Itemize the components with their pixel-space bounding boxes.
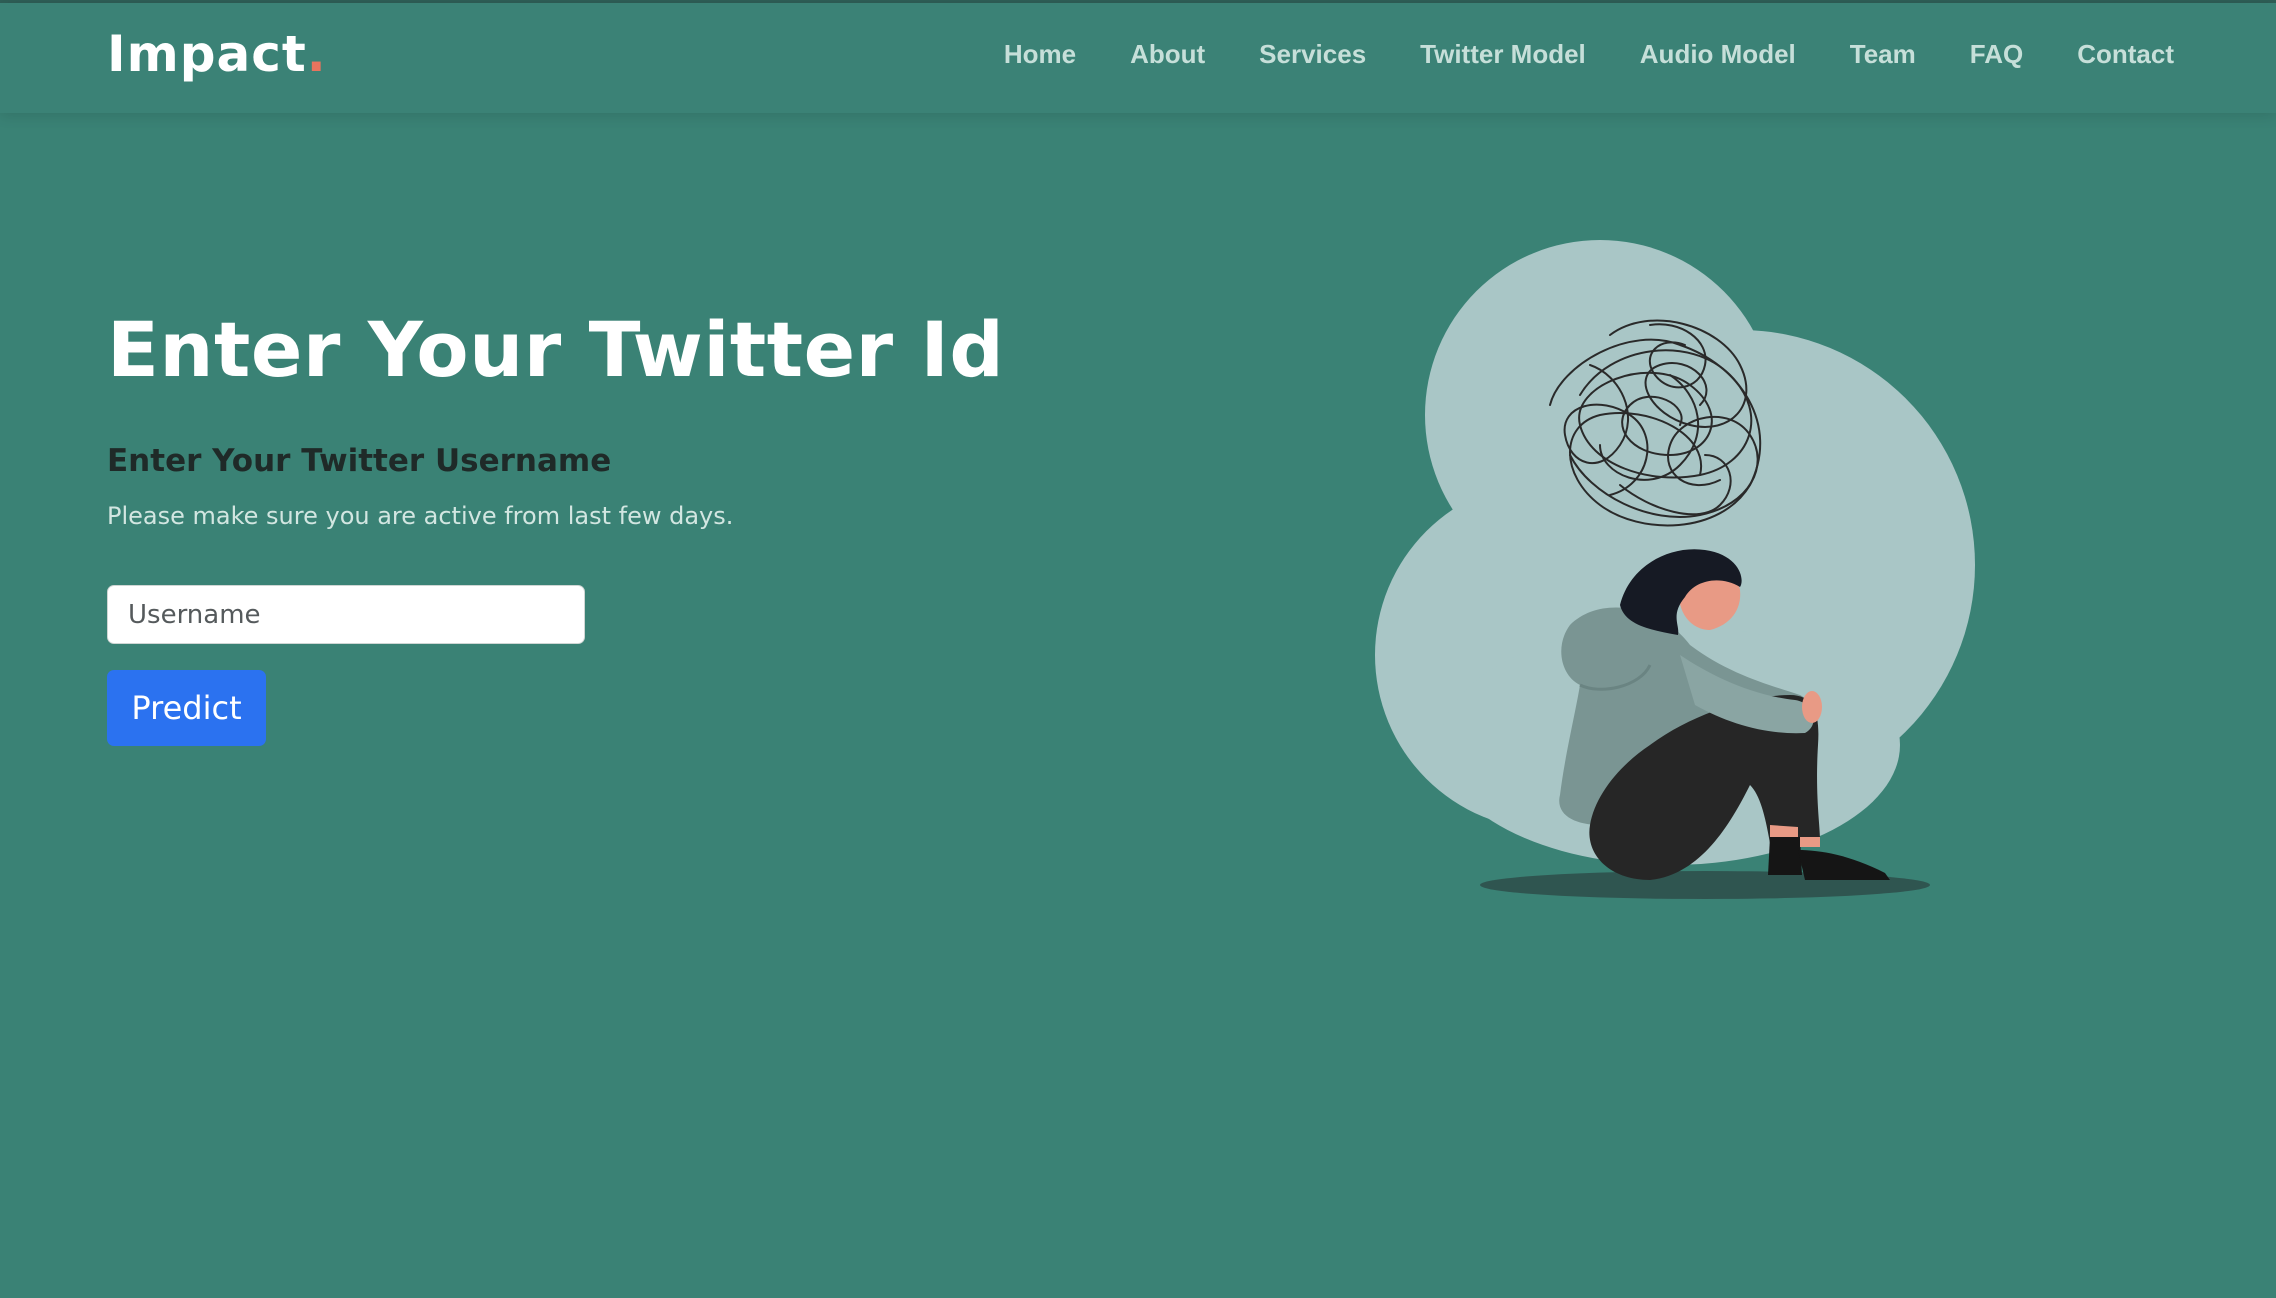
- page-title: Enter Your Twitter Id: [107, 305, 1005, 394]
- nav-link-team[interactable]: Team: [1850, 39, 1916, 70]
- form-hint: Please make sure you are active from las…: [107, 502, 734, 530]
- nav-link-faq[interactable]: FAQ: [1970, 39, 2023, 70]
- nav-link-contact[interactable]: Contact: [2077, 39, 2174, 70]
- main-nav: Home About Services Twitter Model Audio …: [950, 39, 2174, 70]
- site-header: Impact. Home About Services Twitter Mode…: [0, 3, 2276, 113]
- predict-button[interactable]: Predict: [107, 670, 266, 746]
- logo-text: Impact: [107, 25, 307, 83]
- site-logo[interactable]: Impact.: [107, 25, 327, 83]
- username-input[interactable]: [107, 585, 585, 644]
- nav-link-about[interactable]: About: [1130, 39, 1205, 70]
- nav-link-audio-model[interactable]: Audio Model: [1640, 39, 1796, 70]
- shoe-right: [1798, 850, 1890, 880]
- shoe-left: [1768, 837, 1802, 875]
- nav-link-services[interactable]: Services: [1259, 39, 1366, 70]
- logo-dot: .: [306, 25, 327, 83]
- page: Impact. Home About Services Twitter Mode…: [0, 0, 2276, 1298]
- nav-link-twitter-model[interactable]: Twitter Model: [1420, 39, 1586, 70]
- nav-link-home[interactable]: Home: [1004, 39, 1076, 70]
- anxious-person-illustration: [1375, 240, 1975, 899]
- form-subheading: Enter Your Twitter Username: [107, 443, 612, 479]
